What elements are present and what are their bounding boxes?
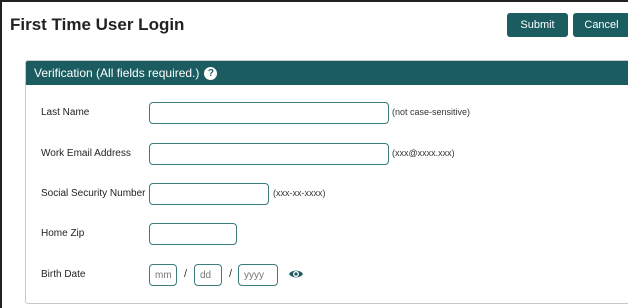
home-zip-label: Home Zip	[41, 228, 85, 239]
home-zip-row: Home Zip	[26, 223, 628, 245]
birth-day-input[interactable]	[194, 264, 222, 286]
ssn-row: Social Security Number (xxx-xx-xxxx)	[26, 183, 628, 205]
page-title: First Time User Login	[10, 15, 185, 34]
last-name-label: Last Name	[41, 107, 90, 118]
last-name-row: Last Name (not case-sensitive)	[26, 102, 628, 124]
date-separator: /	[184, 268, 188, 280]
work-email-label: Work Email Address	[41, 148, 131, 159]
last-name-input[interactable]	[149, 102, 389, 124]
panel-title: Verification (All fields required.)	[34, 66, 200, 80]
panel-header: Verification (All fields required.) ?	[26, 61, 628, 85]
ssn-input[interactable]	[149, 183, 269, 205]
question-circle-icon[interactable]: ?	[204, 66, 218, 80]
birth-date-label: Birth Date	[41, 269, 86, 280]
work-email-input[interactable]	[149, 143, 389, 165]
birth-year-input[interactable]	[238, 264, 278, 286]
birth-month-input[interactable]	[149, 264, 177, 286]
cancel-button[interactable]: Cancel	[573, 13, 628, 37]
work-email-row: Work Email Address (xxx@xxxx.xxx)	[26, 143, 628, 165]
work-email-hint: (xxx@xxxx.xxx)	[392, 148, 455, 158]
ssn-hint: (xxx-xx-xxxx)	[273, 188, 326, 198]
birth-date-row: Birth Date / /	[26, 264, 628, 286]
eye-icon[interactable]	[288, 267, 304, 281]
last-name-hint: (not case-sensitive)	[392, 107, 471, 117]
submit-button[interactable]: Submit	[507, 13, 568, 37]
home-zip-input[interactable]	[149, 223, 237, 245]
ssn-label: Social Security Number	[41, 188, 146, 199]
verification-panel: Verification (All fields required.) ? La…	[25, 60, 628, 304]
page-header: First Time User Login Submit Cancel	[0, 0, 628, 50]
date-separator: /	[229, 268, 233, 280]
